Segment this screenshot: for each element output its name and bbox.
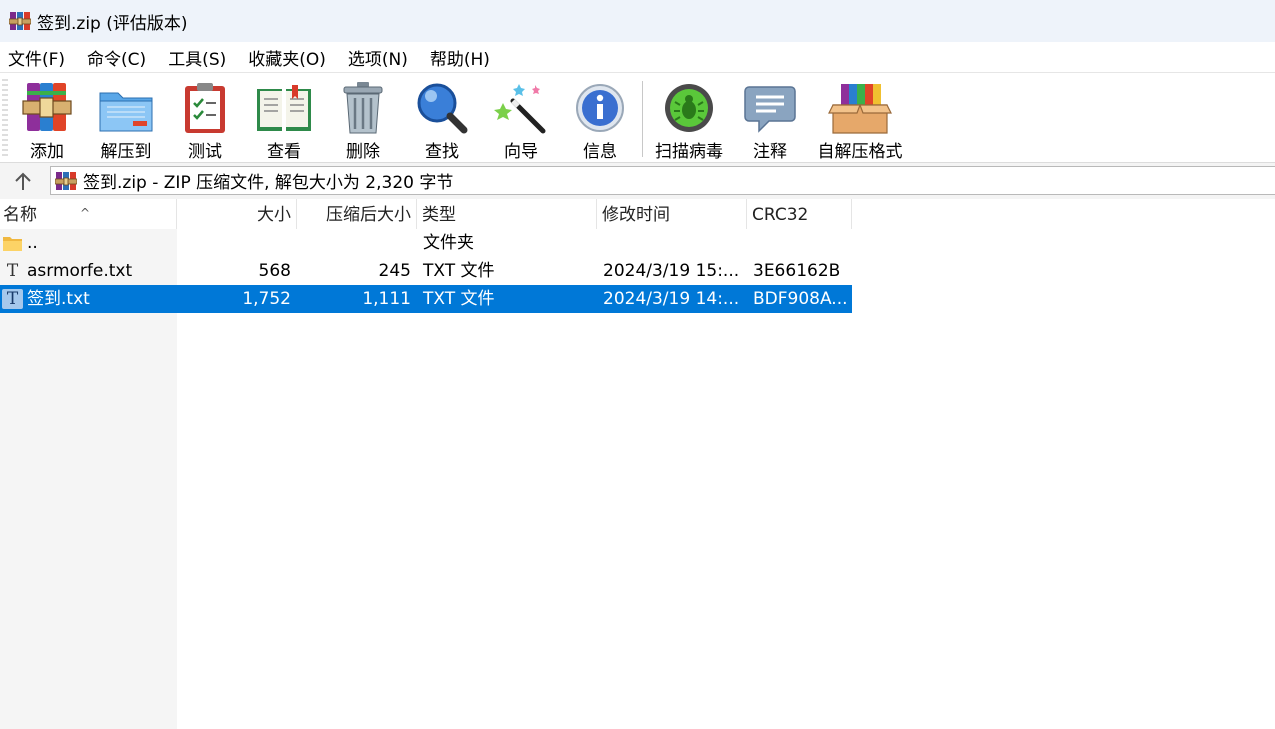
header-crc[interactable]: CRC32	[747, 199, 852, 229]
wizard-button[interactable]: 向导	[483, 77, 559, 162]
toolbar: 添加 解压到 测试 查看 删除 查找 向导 信息 扫描病毒 注释 自解压格式	[0, 72, 1275, 163]
menu-help[interactable]: 帮助(H)	[422, 45, 490, 70]
add-button[interactable]: 添加	[9, 77, 85, 162]
delete-button[interactable]: 删除	[325, 77, 401, 162]
view-button[interactable]: 查看	[246, 77, 322, 162]
row-size: 568	[258, 261, 291, 281]
info-icon	[576, 84, 624, 132]
info-button[interactable]: 信息	[562, 77, 638, 162]
up-arrow-icon[interactable]	[8, 169, 38, 195]
row-packed: 245	[378, 261, 411, 281]
header-type[interactable]: 类型	[417, 199, 597, 229]
sort-ascending-icon: ^	[80, 206, 91, 220]
header-size[interactable]: 大小	[177, 199, 297, 229]
info-label: 信息	[583, 142, 617, 162]
row-type: TXT 文件	[423, 289, 495, 309]
test-button[interactable]: 测试	[167, 77, 243, 162]
scan-virus-button[interactable]: 扫描病毒	[651, 77, 727, 162]
address-bar: 签到.zip - ZIP 压缩文件, 解包大小为 2,320 字节	[0, 162, 1275, 200]
row-crc	[747, 229, 852, 257]
row-name: ..	[27, 233, 38, 253]
row-type: 文件夹	[423, 233, 474, 253]
row-packed	[297, 229, 417, 257]
sfx-label: 自解压格式	[817, 142, 903, 162]
test-clipboard-icon	[185, 83, 225, 133]
table-row[interactable]: T asrmorfe.txt 568 245 TXT 文件 2024/3/19 …	[0, 257, 852, 285]
text-file-icon: T	[6, 261, 19, 281]
header-packed[interactable]: 压缩后大小	[297, 199, 417, 229]
folder-icon	[3, 237, 22, 251]
row-modified: 2024/3/19 15:...	[603, 261, 740, 281]
row-crc: BDF908A...	[753, 289, 848, 309]
text-file-icon: T	[2, 289, 23, 309]
menu-commands[interactable]: 命令(C)	[79, 45, 146, 70]
menu-bar: 文件(F) 命令(C) 工具(S) 收藏夹(O) 选项(N) 帮助(H)	[0, 42, 1275, 72]
comment-bubble-icon	[744, 86, 796, 133]
row-type: TXT 文件	[423, 261, 495, 281]
row-crc: 3E66162B	[753, 261, 841, 281]
row-name: 签到.txt	[27, 289, 90, 309]
row-size: 1,752	[242, 289, 291, 309]
extract-to-button[interactable]: 解压到	[88, 77, 164, 162]
address-field[interactable]: 签到.zip - ZIP 压缩文件, 解包大小为 2,320 字节	[50, 166, 1275, 195]
header-modified[interactable]: 修改时间	[597, 199, 747, 229]
menu-tools[interactable]: 工具(S)	[160, 45, 226, 70]
trash-icon	[343, 82, 383, 134]
menu-options[interactable]: 选项(N)	[340, 45, 408, 70]
virus-scan-icon	[665, 84, 713, 132]
row-packed: 1,111	[362, 289, 411, 309]
magnifier-icon	[417, 83, 468, 134]
file-list: 名称 ^ 大小 压缩后大小 类型 修改时间 CRC32 .. 文件夹 T asr…	[0, 199, 1275, 729]
menu-favorites[interactable]: 收藏夹(O)	[240, 45, 326, 70]
row-name: asrmorfe.txt	[27, 261, 133, 281]
column-header-row: 名称 ^ 大小 压缩后大小 类型 修改时间 CRC32	[0, 199, 1275, 229]
table-row-selected[interactable]: T 签到.txt 1,752 1,111 TXT 文件 2024/3/19 14…	[0, 285, 852, 313]
title-bar: 签到.zip (评估版本)	[0, 0, 1275, 42]
winrar-app-icon	[9, 12, 31, 30]
view-book-icon	[257, 85, 311, 131]
comment-button[interactable]: 注释	[732, 77, 808, 162]
archive-icon	[55, 171, 77, 190]
row-modified	[597, 229, 747, 257]
add-archive-icon	[22, 83, 72, 131]
sfx-box-icon	[828, 84, 892, 134]
row-modified: 2024/3/19 14:...	[603, 289, 740, 309]
magic-wand-icon	[494, 84, 546, 134]
comment-label: 注释	[753, 142, 787, 162]
window-title: 签到.zip (评估版本)	[37, 13, 188, 34]
row-size	[177, 229, 297, 257]
menu-file[interactable]: 文件(F)	[0, 45, 65, 70]
header-name-label: 名称	[3, 205, 37, 225]
header-name[interactable]: 名称 ^	[0, 199, 177, 229]
table-row-parent[interactable]: .. 文件夹	[0, 229, 852, 257]
extract-folder-icon	[99, 92, 153, 132]
find-button[interactable]: 查找	[404, 77, 480, 162]
sfx-button[interactable]: 自解压格式	[818, 77, 903, 162]
address-text: 签到.zip - ZIP 压缩文件, 解包大小为 2,320 字节	[83, 173, 454, 193]
